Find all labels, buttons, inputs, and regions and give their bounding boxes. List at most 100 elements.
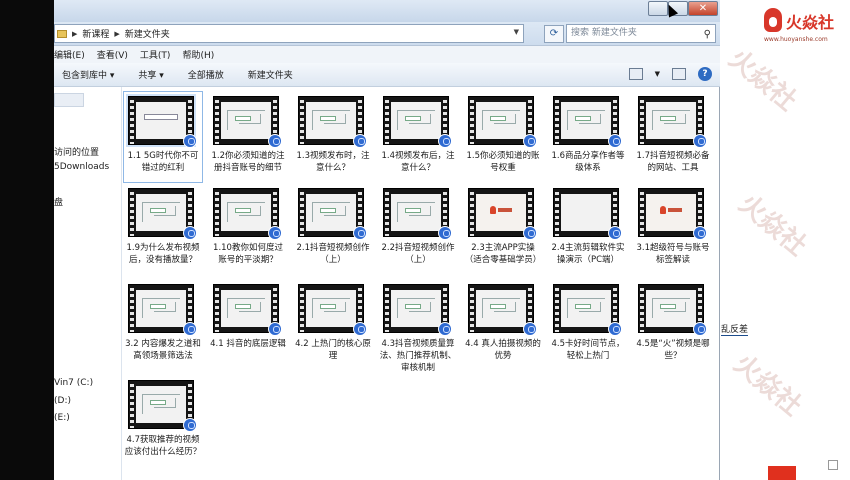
nav-item-drive-e[interactable]: (E:) (54, 413, 70, 423)
include-in-library-button[interactable]: 包含到库中 ▾ (62, 68, 114, 81)
video-file-item[interactable]: 3.1超级符号与账号标签解读 (634, 184, 712, 274)
preview-pane-icon[interactable] (672, 68, 686, 80)
file-name-label: 4.5是“火”视频是哪些？ (636, 339, 710, 361)
video-file-item[interactable]: 1.3视频发布时，注意什么？ (294, 92, 372, 182)
video-file-item[interactable]: 4.7获取推荐的视频应该付出什么经历？ (124, 376, 202, 466)
video-file-item[interactable]: 1.5你必须知道的账号权重 (464, 92, 542, 182)
video-file-item[interactable]: 4.2 上热门的核心原理 (294, 280, 372, 370)
thumbnail-frame (476, 290, 526, 327)
file-name-label: 1.9为什么发布视频后，没有播放量？ (126, 243, 200, 265)
video-file-item[interactable]: 1.9为什么发布视频后，没有播放量？ (124, 184, 202, 274)
search-input[interactable]: 搜索 新建文件夹 ⚲ (566, 24, 716, 43)
media-player-icon (693, 134, 707, 148)
mindmap-node (320, 304, 336, 309)
nav-item-downloads[interactable]: 5Downloads (54, 162, 109, 172)
address-row: ▶ 新课程 ▶ 新建文件夹 ▼ ⟳ 搜索 新建文件夹 ⚲ (54, 22, 720, 46)
media-player-icon (693, 226, 707, 240)
search-placeholder: 搜索 新建文件夹 (571, 28, 637, 38)
search-icon[interactable]: ⚲ (704, 26, 711, 43)
thumbnail-frame (136, 290, 186, 327)
video-file-item[interactable]: 1.6商品分享作者等级体系 (549, 92, 627, 182)
video-file-item[interactable]: 2.3主流APP实操（适合零基础学员） (464, 184, 542, 274)
video-file-item[interactable]: 1.10教你如何度过账号的平淡期？ (209, 184, 287, 274)
file-name-label: 1.4视频发布后，注意什么？ (381, 151, 455, 173)
video-file-item[interactable]: 4.4 真人拍摄视频的优势 (464, 280, 542, 370)
video-file-item[interactable]: 3.2 内容爆发之道和高领场景筛选法 (124, 280, 202, 370)
media-player-icon (523, 322, 537, 336)
video-file-item[interactable]: 2.2抖音短视频创作（上） (379, 184, 457, 274)
media-player-icon (353, 226, 367, 240)
brand-name: 火焱社 (786, 13, 835, 32)
media-player-icon (693, 322, 707, 336)
nav-item-drive-d[interactable]: (D:) (54, 396, 71, 406)
brand-logo-icon (660, 206, 682, 214)
video-file-item[interactable]: 1.7抖音短视频必备的网站、工具 (634, 92, 712, 182)
thumbnail-frame (476, 194, 526, 231)
thumbnail-frame (476, 102, 526, 139)
menu-edit[interactable]: 编辑(E) (54, 48, 85, 61)
logo-text-bar (668, 208, 682, 212)
file-name-label: 2.3主流APP实操（适合零基础学员） (464, 243, 542, 265)
chevron-down-icon[interactable]: ▼ (655, 70, 660, 78)
file-name-label: 1.5你必须知道的账号权重 (466, 151, 540, 173)
menu-tools[interactable]: 工具(T) (140, 48, 171, 61)
mindmap-node (575, 304, 591, 309)
slideshow-button[interactable]: 全部播放 (188, 68, 224, 81)
chevron-down-icon[interactable]: ▼ (514, 28, 519, 36)
expand-icon[interactable] (828, 460, 838, 470)
nav-item-recent-places[interactable]: 访问的位置 (54, 145, 99, 158)
mindmap-node (150, 304, 166, 309)
view-options-icon[interactable] (628, 68, 643, 80)
nav-item-drive-c[interactable]: Vin7 (C:) (54, 378, 93, 388)
video-thumbnail (553, 284, 622, 336)
menu-help[interactable]: 帮助(H) (182, 48, 214, 61)
side-link-text[interactable]: 乱反差 (721, 322, 749, 336)
mindmap-node (150, 400, 166, 405)
refresh-button[interactable]: ⟳ (544, 25, 564, 43)
video-file-item[interactable]: 4.5是“火”视频是哪些？ (634, 280, 712, 370)
new-folder-button[interactable]: 新建文件夹 (248, 68, 293, 81)
breadcrumb-item[interactable]: 新课程 (82, 27, 109, 40)
file-name-label: 2.2抖音短视频创作（上） (381, 243, 455, 265)
help-icon[interactable]: ? (698, 67, 712, 81)
thumbnail-frame (136, 194, 186, 231)
video-file-item[interactable]: 2.4主流剪辑软件实操演示（PC端） (549, 184, 627, 274)
red-marker (768, 466, 796, 480)
video-thumbnail (298, 188, 367, 240)
file-name-label: 4.7获取推荐的视频应该付出什么经历？ (124, 435, 202, 457)
film-strip-icon (130, 381, 134, 428)
video-file-item[interactable]: 4.3抖音视频质量算法、热门推荐机制、审核机制 (379, 280, 457, 373)
video-file-item[interactable]: 4.1 抖音的底层逻辑 (209, 280, 287, 370)
nav-item-disk[interactable]: 盘 (54, 195, 63, 208)
breadcrumb-item[interactable]: 新建文件夹 (125, 27, 170, 40)
film-strip-icon (385, 285, 389, 332)
video-thumbnail (298, 284, 367, 336)
film-strip-icon (215, 189, 219, 236)
thumbnail-frame (136, 102, 186, 139)
video-file-item[interactable]: 2.1抖音短视频创作（上） (294, 184, 372, 274)
video-file-item[interactable]: 1.2你必须知道的注册抖音账号的细节 (209, 92, 287, 182)
media-player-icon (268, 134, 282, 148)
file-name-label: 1.10教你如何度过账号的平淡期？ (213, 243, 283, 265)
thumbnail-frame (136, 386, 186, 423)
media-player-icon (353, 322, 367, 336)
film-strip-icon (300, 189, 304, 236)
video-file-item[interactable]: 1.4视频发布后，注意什么？ (379, 92, 457, 182)
video-file-item[interactable]: 4.5卡好时间节点，轻松上热门 (549, 280, 627, 370)
file-name-label: 1.3视频发布时，注意什么？ (296, 151, 370, 173)
video-file-item[interactable]: 1.1 5G时代你不可错过的红利 (123, 91, 203, 183)
video-thumbnail (638, 284, 707, 336)
file-grid: 1.1 5G时代你不可错过的红利 1.2你必须知道的注册抖音账号的细节 1.3视频发… (123, 88, 714, 480)
video-thumbnail (638, 96, 707, 148)
video-thumbnail (128, 380, 197, 432)
file-name-label: 3.1超级符号与账号标签解读 (636, 243, 710, 265)
file-name-label: 1.7抖音短视频必备的网站、工具 (636, 151, 710, 173)
address-bar[interactable]: ▶ 新课程 ▶ 新建文件夹 ▼ (54, 24, 524, 43)
nav-scroll-area[interactable] (54, 93, 84, 107)
menu-view[interactable]: 查看(V) (97, 48, 128, 61)
media-player-icon (353, 134, 367, 148)
share-button[interactable]: 共享 ▾ (138, 68, 163, 81)
media-player-icon (183, 322, 197, 336)
close-button[interactable]: ✕ (688, 1, 718, 16)
film-strip-icon (470, 189, 474, 236)
